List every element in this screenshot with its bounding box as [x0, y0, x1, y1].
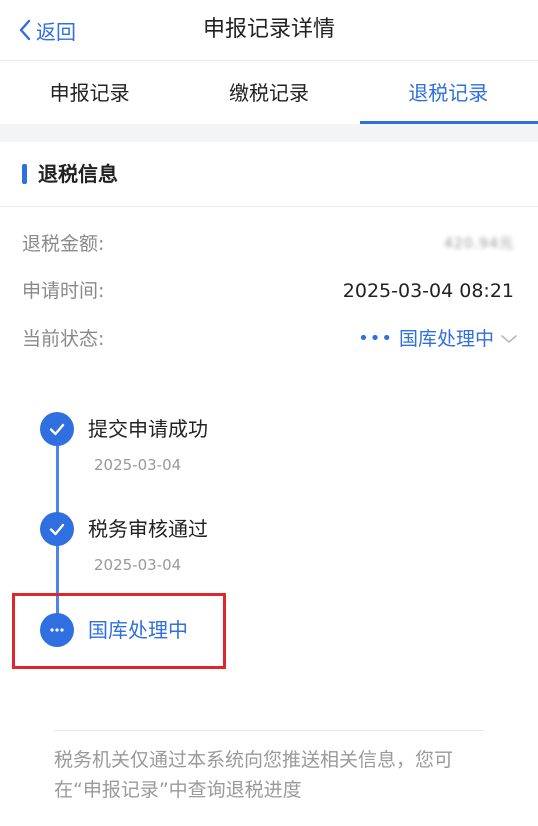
section-accent-bar	[22, 164, 27, 184]
apply-time-value: 2025-03-04 08:21	[342, 280, 514, 302]
divider	[54, 730, 484, 731]
check-icon	[49, 523, 65, 536]
refund-amount-row: 退税金额: 420.94元	[0, 227, 538, 261]
check-icon	[49, 423, 65, 436]
refund-amount-label: 退税金额:	[22, 233, 105, 255]
nav-bar: 返回 申报记录详情	[0, 0, 538, 60]
highlight-box	[12, 593, 226, 669]
section-gap	[0, 124, 538, 142]
footer-note: 税务机关仅通过本系统向您推送相关信息，您可在“申报记录”中查询退税进度	[54, 749, 454, 801]
status-dropdown[interactable]: ••• 国库处理中	[358, 322, 518, 356]
timeline-step-title: 税务审核通过	[88, 517, 208, 541]
tab-bar: 申报记录 缴税记录 退税记录	[0, 60, 538, 125]
page-title: 申报记录详情	[202, 17, 335, 42]
ellipsis-icon: •••	[358, 328, 393, 349]
refund-amount-value: 420.94元	[444, 236, 514, 252]
section-header: 退税信息	[0, 142, 538, 207]
tab-payment-records[interactable]: 缴税记录	[179, 61, 358, 125]
apply-time-row: 申请时间: 2025-03-04 08:21	[0, 274, 538, 308]
status-label: 当前状态:	[22, 328, 105, 350]
status-value: 国库处理中	[398, 328, 494, 350]
timeline-step-date: 2025-03-04	[94, 556, 182, 574]
tab-declaration-records[interactable]: 申报记录	[0, 61, 179, 125]
step-done-node	[40, 412, 74, 446]
section-title: 退税信息	[38, 162, 118, 186]
step-done-node	[40, 512, 74, 546]
status-row: 当前状态: ••• 国库处理中	[0, 322, 538, 356]
timeline-step-title: 提交申请成功	[88, 417, 208, 441]
tab-refund-records[interactable]: 退税记录	[359, 61, 538, 125]
timeline-step-date: 2025-03-04	[94, 456, 182, 474]
apply-time-label: 申请时间:	[22, 280, 105, 302]
chevron-down-icon	[501, 335, 517, 343]
